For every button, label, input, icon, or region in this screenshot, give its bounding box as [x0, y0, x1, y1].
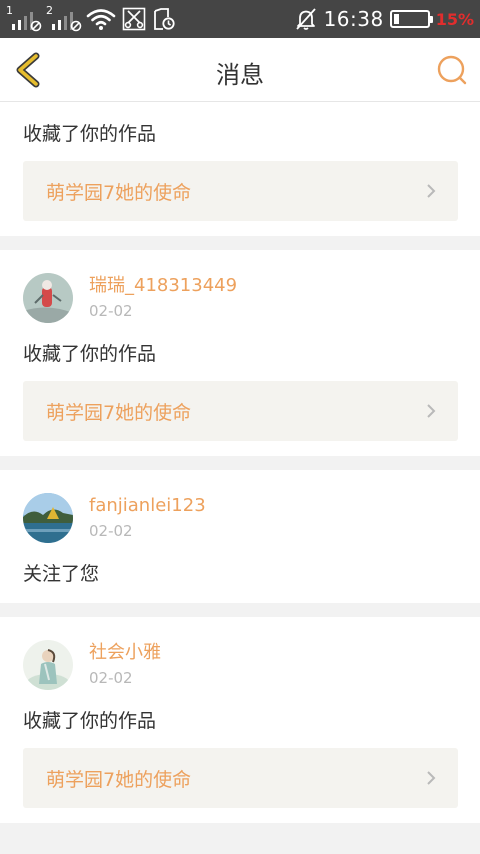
sim1-signal-icon: 1: [6, 5, 42, 33]
page-title: 消息: [216, 61, 264, 89]
chevron-right-icon: [427, 404, 436, 418]
date: 02-02: [89, 522, 133, 540]
scissors-icon: [122, 7, 146, 31]
date: 02-02: [89, 669, 133, 687]
chevron-right-icon: [427, 771, 436, 785]
username[interactable]: 瑞瑞_418313449: [89, 275, 237, 297]
clock: 16:38: [323, 7, 384, 31]
work-title: 萌学园7她的使命: [46, 768, 192, 791]
date: 02-02: [89, 302, 133, 320]
user-row[interactable]: 瑞瑞_418313449 02-02: [23, 272, 458, 324]
status-bar: 1 2 16:38 15%: [0, 0, 480, 38]
nav-header: 消息: [0, 38, 480, 102]
search-icon[interactable]: [436, 54, 468, 86]
chevron-right-icon: [427, 184, 436, 198]
user-row[interactable]: fanjianlei123 02-02: [23, 492, 458, 544]
status-icons-left: 1 2: [6, 4, 176, 34]
work-link[interactable]: 萌学园7她的使命: [23, 748, 458, 808]
list-item[interactable]: 瑞瑞_418313449 02-02 收藏了你的作品 萌学园7她的使命: [0, 250, 480, 456]
username[interactable]: 社会小雅: [89, 642, 161, 664]
work-title: 萌学园7她的使命: [46, 181, 192, 204]
battery-icon: [389, 10, 433, 28]
action-text: 收藏了你的作品: [23, 343, 157, 365]
user-row[interactable]: 社会小雅 02-02: [23, 639, 458, 691]
avatar[interactable]: [23, 273, 73, 323]
avatar[interactable]: [23, 640, 73, 690]
list-item[interactable]: 社会小雅 02-02 收藏了你的作品 萌学园7她的使命: [0, 617, 480, 823]
avatar[interactable]: [23, 493, 73, 543]
sim2-signal-icon: 2: [46, 5, 82, 33]
wifi-icon: [86, 9, 116, 30]
battery-percent: 15%: [435, 9, 474, 29]
status-icons-right: 16:38 15%: [294, 4, 474, 34]
work-link[interactable]: 萌学园7她的使命: [23, 161, 458, 221]
username[interactable]: fanjianlei123: [89, 495, 206, 517]
sd-card-clock-icon: [154, 8, 175, 30]
silent-bell-icon: [295, 8, 316, 30]
list-item[interactable]: fanjianlei123 02-02 关注了您: [0, 470, 480, 603]
action-text: 收藏了你的作品: [23, 710, 157, 732]
action-text: 关注了您: [23, 563, 100, 585]
message-list[interactable]: 收藏了你的作品 萌学园7她的使命 瑞瑞_418313449 02-02 收藏了你…: [0, 102, 480, 837]
action-text: 收藏了你的作品: [23, 123, 157, 145]
work-title: 萌学园7她的使命: [46, 401, 192, 424]
list-item[interactable]: 收藏了你的作品 萌学园7她的使命: [0, 102, 480, 236]
work-link[interactable]: 萌学园7她的使命: [23, 381, 458, 441]
